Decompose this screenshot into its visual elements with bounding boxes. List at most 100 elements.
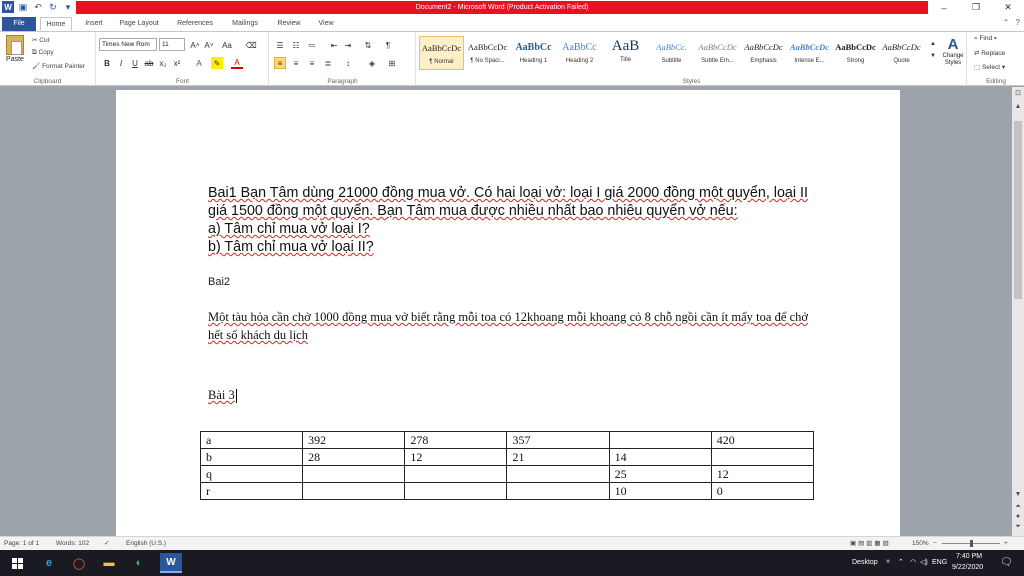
tab-file[interactable]: File <box>2 17 36 31</box>
table-cell[interactable] <box>506 482 610 500</box>
table-cell[interactable]: 0 <box>710 482 815 500</box>
clear-formatting-icon[interactable]: ⌫ <box>245 39 257 51</box>
multilevel-list-icon[interactable]: ≔ <box>306 39 318 51</box>
table-cell[interactable] <box>404 482 508 500</box>
table-cell[interactable]: 21 <box>506 448 610 466</box>
page-count[interactable]: Page: 1 of 1 <box>4 537 39 550</box>
show-hidden-icons-icon[interactable]: ⌃ <box>898 558 904 566</box>
problem-2-heading[interactable]: Bai2 <box>208 276 230 288</box>
table-cell[interactable]: 14 <box>608 448 712 466</box>
select-button[interactable]: ⬚ Select ▾ <box>974 63 1005 71</box>
zoom-slider[interactable] <box>942 540 1000 547</box>
word-icon[interactable]: W <box>2 1 14 13</box>
tab-references[interactable]: References <box>172 17 218 31</box>
tab-review[interactable]: Review <box>272 17 306 31</box>
tab-home[interactable]: Home <box>40 17 72 31</box>
zoom-in-icon[interactable]: + <box>1004 537 1008 550</box>
zoom-out-icon[interactable]: − <box>933 537 937 550</box>
superscript-icon[interactable]: x² <box>171 57 183 69</box>
style-strong[interactable]: AaBbCcDc Strong <box>833 36 878 70</box>
table-cell[interactable] <box>608 431 712 449</box>
italic-icon[interactable]: I <box>115 57 127 69</box>
table-cell[interactable]: 278 <box>404 431 508 449</box>
bold-icon[interactable]: B <box>101 57 113 69</box>
table-cell[interactable] <box>506 465 610 483</box>
borders-icon[interactable]: ⊞ <box>386 57 398 69</box>
style-normal[interactable]: AaBbCcDc ¶ Normal <box>419 36 464 70</box>
align-right-icon[interactable]: ≡ <box>306 57 318 69</box>
tab-mailings[interactable]: Mailings <box>226 17 264 31</box>
vertical-scrollbar[interactable]: ⊡ ▲ ▼ ⏶ ● ⏷ <box>1012 87 1024 536</box>
minimize-button[interactable]: – <box>928 0 960 15</box>
replace-button[interactable]: ⇄ Replace <box>974 49 1005 57</box>
tab-insert[interactable]: Insert <box>80 17 108 31</box>
ruler-toggle-icon[interactable]: ⊡ <box>1012 89 1024 97</box>
next-page-icon[interactable]: ⏷ <box>1012 523 1024 531</box>
data-table[interactable]: a 392 278 357 420 b 28 12 21 14 q 25 12 r 10 0 <box>199 431 815 500</box>
font-size-select[interactable]: 11 <box>159 38 185 51</box>
volume-icon[interactable]: ◁) <box>920 558 928 566</box>
bullets-icon[interactable]: ☰ <box>274 39 286 51</box>
table-cell[interactable]: 28 <box>302 448 406 466</box>
table-cell[interactable] <box>404 465 508 483</box>
format-painter-button[interactable]: 🖌 Format Painter <box>32 62 85 70</box>
save-icon[interactable]: ▣ <box>17 1 29 13</box>
table-cell[interactable]: 10 <box>608 482 712 500</box>
zoom-level[interactable]: 150% <box>912 537 929 550</box>
find-button[interactable]: ⌕ Find ▾ <box>974 35 997 43</box>
view-buttons[interactable]: ▣▤▥▦▧ <box>850 537 891 550</box>
previous-page-icon[interactable]: ⏶ <box>1012 503 1024 511</box>
decrease-indent-icon[interactable]: ⇤ <box>328 39 340 51</box>
file-explorer-icon[interactable]: ▬ <box>98 553 120 573</box>
table-cell[interactable]: 392 <box>302 431 406 449</box>
close-button[interactable]: ✕ <box>992 0 1024 15</box>
zoom-slider-knob[interactable] <box>970 540 973 547</box>
table-cell[interactable]: q <box>199 465 304 483</box>
table-cell[interactable]: 357 <box>506 431 610 449</box>
justify-icon[interactable]: ≣ <box>322 57 334 69</box>
table-cell[interactable]: 25 <box>608 465 712 483</box>
underline-icon[interactable]: U <box>129 57 141 69</box>
overflow-icon[interactable]: » <box>886 558 890 565</box>
table-cell[interactable] <box>302 465 406 483</box>
subscript-icon[interactable]: x₂ <box>157 57 169 69</box>
style-heading-2[interactable]: AaBbCc Heading 2 <box>557 36 602 70</box>
customize-icon[interactable]: ▾ <box>62 1 74 13</box>
language-indicator[interactable]: English (U.S.) <box>126 537 166 550</box>
style-emphasis[interactable]: AaBbCcDc Emphasis <box>741 36 786 70</box>
shading-icon[interactable]: ◈ <box>366 57 378 69</box>
table-cell[interactable]: 420 <box>710 431 815 449</box>
clock-time[interactable]: 7:40 PM <box>956 553 982 560</box>
style-intense-emphasis[interactable]: AaBbCcDc Intense E... <box>787 36 832 70</box>
word-taskbar-icon[interactable]: W <box>160 553 182 573</box>
restore-button[interactable]: ❐ <box>960 0 992 15</box>
numbering-icon[interactable]: ☷ <box>290 39 302 51</box>
browse-object-icon[interactable]: ● <box>1012 513 1024 520</box>
redo-icon[interactable]: ↻ <box>47 1 59 13</box>
scroll-up-icon[interactable]: ▲ <box>1012 103 1024 110</box>
desktop-toolbar[interactable]: Desktop <box>852 559 878 566</box>
table-cell[interactable]: b <box>199 448 304 466</box>
start-button[interactable] <box>6 553 28 573</box>
help-icon[interactable]: ? <box>1016 18 1020 27</box>
table-cell[interactable]: r <box>199 482 304 500</box>
notifications-icon[interactable]: 🗨 <box>1000 557 1013 568</box>
table-cell[interactable]: a <box>199 431 304 449</box>
proofing-icon[interactable]: ✓ <box>104 537 109 550</box>
style-heading-1[interactable]: AaBbCc Heading 1 <box>511 36 556 70</box>
sort-icon[interactable]: ⇅ <box>362 39 374 51</box>
opera-icon[interactable]: ◯ <box>68 553 90 573</box>
style-no-spacing[interactable]: AaBbCcDc ¶ No Spaci... <box>465 36 510 70</box>
style-subtle-emphasis[interactable]: AaBbCcDc Subtle Em... <box>695 36 740 70</box>
problem-3-heading[interactable]: Bài 3 <box>208 388 237 404</box>
copy-button[interactable]: ⧉ Copy <box>32 49 54 57</box>
text-effects-icon[interactable]: A <box>193 57 205 69</box>
network-icon[interactable]: ◠ <box>910 558 916 566</box>
align-left-icon[interactable]: ≡ <box>274 57 286 69</box>
font-name-select[interactable]: Times New Rom <box>99 38 157 51</box>
styles-scroll-down-icon[interactable]: ▼ <box>927 50 939 62</box>
scroll-down-icon[interactable]: ▼ <box>1012 491 1024 498</box>
clock-date[interactable]: 9/22/2020 <box>952 564 983 571</box>
strikethrough-icon[interactable]: ab <box>143 57 155 69</box>
increase-indent-icon[interactable]: ⇥ <box>342 39 354 51</box>
